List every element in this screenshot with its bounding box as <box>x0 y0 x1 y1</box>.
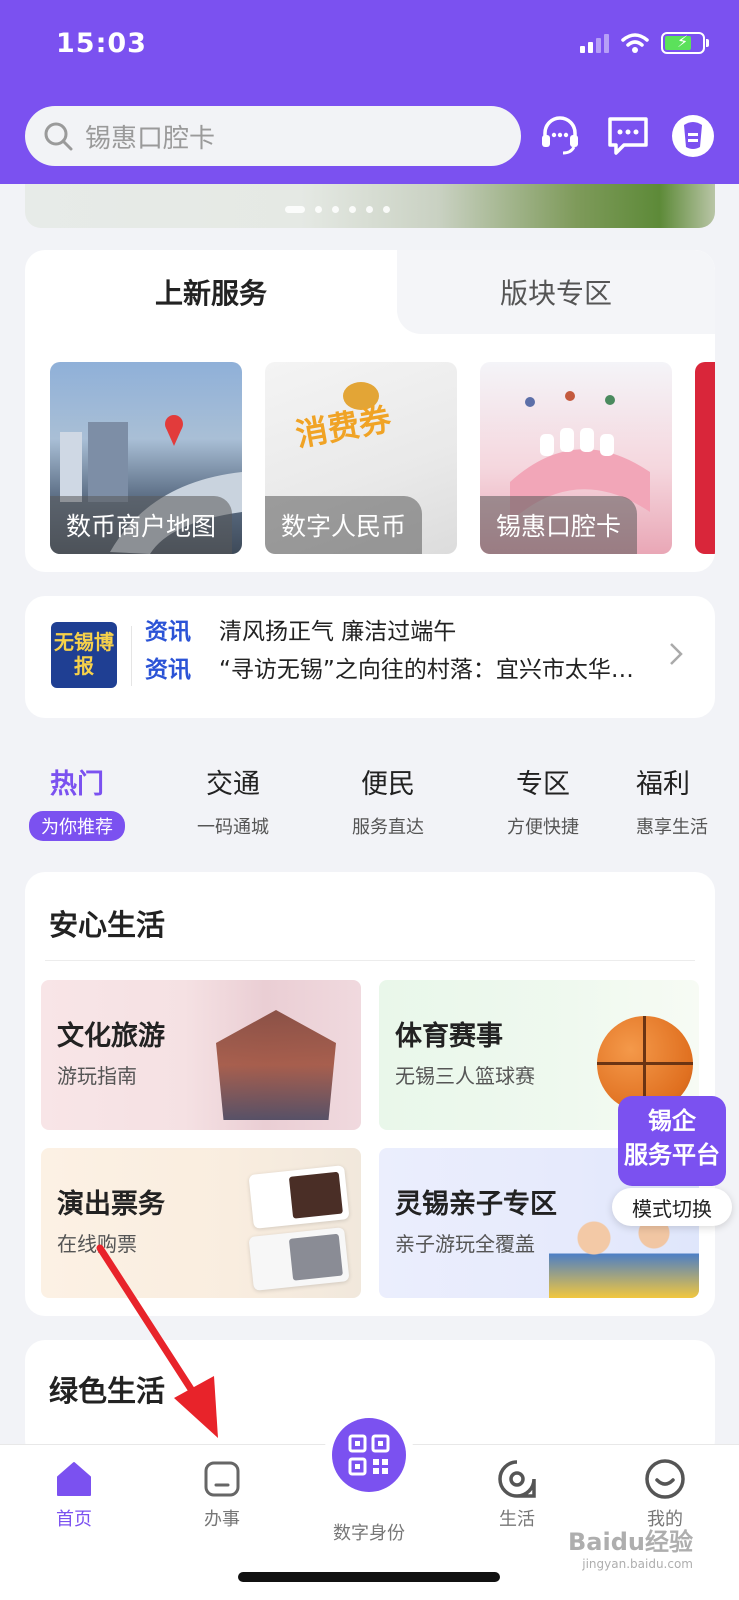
home-icon <box>52 1457 96 1501</box>
battery-icon: ⚡ <box>661 32 709 54</box>
news-tag: 资讯 <box>145 657 191 683</box>
pavilion-illustration <box>216 1010 336 1120</box>
mode-switch-button[interactable]: 模式切换 <box>612 1188 732 1226</box>
home-indicator <box>238 1572 500 1582</box>
category-transport[interactable]: 交通 一码通城 <box>158 762 308 841</box>
ticket-icon <box>248 1165 350 1229</box>
service-merchant-map[interactable]: 数币商户地图 <box>50 362 242 554</box>
life-icon <box>495 1457 539 1501</box>
watermark: Baidu经验 jingyan.baidu.com <box>568 1528 693 1571</box>
tile-show-tickets[interactable]: 演出票务 在线购票 <box>41 1148 361 1298</box>
chevron-right-icon <box>670 643 683 665</box>
service-label: 数币商户地图 <box>50 496 233 554</box>
headset-icon[interactable] <box>534 110 586 162</box>
smile-icon <box>643 1457 687 1501</box>
news-logo: 无锡博报 <box>51 622 117 688</box>
search-bar[interactable]: 锡惠口腔卡 <box>25 106 521 166</box>
category-welfare[interactable]: 福利 惠享生活 <box>624 762 739 841</box>
badge-line2: 服务平台 <box>624 1141 720 1169</box>
news-text: 清风扬正气 廉洁过端午 <box>219 619 457 645</box>
category-hot[interactable]: 热门 为你推荐 <box>2 762 152 841</box>
tab-sections[interactable]: 版块专区 <box>397 250 715 334</box>
status-time: 15:03 <box>56 28 147 59</box>
category-zone[interactable]: 专区 方便快捷 <box>468 762 618 841</box>
profile-icon[interactable] <box>667 110 719 162</box>
tile-culture-tourism[interactable]: 文化旅游 游玩指南 <box>41 980 361 1130</box>
section-title: 绿色生活 <box>49 1374 166 1408</box>
status-icons: ⚡ <box>580 32 709 54</box>
digital-id-button[interactable] <box>332 1418 406 1492</box>
new-services-card: 上新服务 版块专区 数币商户地图 消费券 数字人民币 锡惠口腔卡 <box>25 250 715 572</box>
nav-mine[interactable]: 我的 <box>605 1457 725 1531</box>
service-label: 数字人民币 <box>265 496 423 554</box>
badge-line1: 锡企 <box>648 1107 696 1135</box>
category-convenience[interactable]: 便民 服务直达 <box>313 762 463 841</box>
wifi-icon <box>621 33 649 53</box>
qr-code-icon <box>348 1434 390 1476</box>
search-placeholder: 锡惠口腔卡 <box>85 123 216 154</box>
safe-life-card: 安心生活 文化旅游 游玩指南 体育赛事 无锡三人篮球赛 演出票务 在线购票 灵锡… <box>25 872 715 1316</box>
tasks-icon <box>200 1457 244 1501</box>
search-icon <box>44 122 73 151</box>
service-more-peek[interactable] <box>695 362 715 554</box>
nav-home[interactable]: 首页 <box>14 1457 134 1531</box>
service-label: 锡惠口腔卡 <box>480 496 638 554</box>
ticket-icon <box>248 1227 350 1291</box>
news-item[interactable]: 资讯 “寻访无锡”之向往的村落：宜兴市太华… <box>145 650 634 684</box>
nav-digital-id[interactable]: 数字身份 <box>309 1515 429 1545</box>
message-icon[interactable] <box>602 110 654 162</box>
nav-tasks[interactable]: 办事 <box>162 1457 282 1531</box>
news-text: “寻访无锡”之向往的村落：宜兴市太华… <box>219 657 634 683</box>
enterprise-service-badge[interactable]: 锡企 服务平台 模式切换 <box>612 1096 732 1226</box>
nav-life[interactable]: 生活 <box>457 1457 577 1531</box>
news-item[interactable]: 资讯 清风扬正气 廉洁过端午 <box>145 612 456 646</box>
service-digital-rmb[interactable]: 消费券 数字人民币 <box>265 362 457 554</box>
section-title: 安心生活 <box>49 908 166 942</box>
news-ticker[interactable]: 无锡博报 资讯 清风扬正气 廉洁过端午 资讯 “寻访无锡”之向往的村落：宜兴市太华… <box>25 596 715 718</box>
news-tag: 资讯 <box>145 619 191 645</box>
service-dental-card[interactable]: 锡惠口腔卡 <box>480 362 672 554</box>
coupon-text: 消费券 <box>292 399 394 455</box>
signal-icon <box>580 33 609 53</box>
carousel-dots <box>285 206 390 213</box>
tab-new-services[interactable]: 上新服务 <box>25 250 397 334</box>
